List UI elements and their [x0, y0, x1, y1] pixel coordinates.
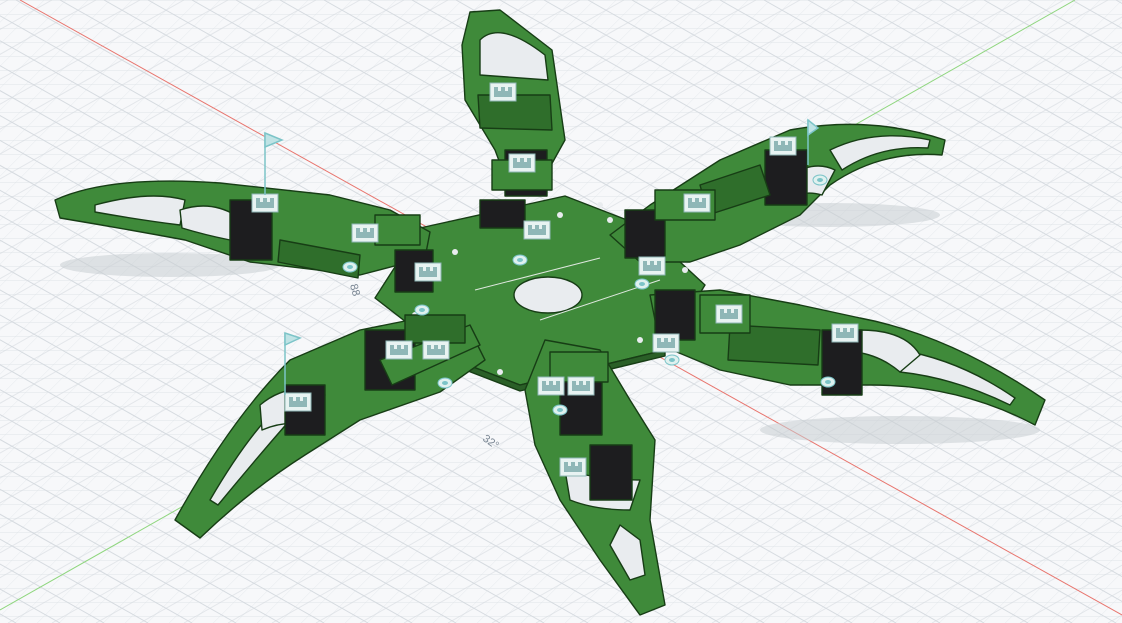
- rigid-joint-icon[interactable]: [683, 193, 711, 213]
- joint-origin-icon[interactable]: [414, 304, 430, 316]
- joint-origin-icon[interactable]: [820, 376, 836, 388]
- joint-origin-icon[interactable]: [512, 254, 528, 266]
- rigid-joint-icon[interactable]: [769, 136, 797, 156]
- joint-origin-icon[interactable]: [634, 278, 650, 290]
- rigid-joint-icon[interactable]: [489, 82, 517, 102]
- joint-origin-icon[interactable]: [342, 261, 358, 273]
- rigid-joint-icon[interactable]: [385, 340, 413, 360]
- rigid-joint-icon[interactable]: [638, 256, 666, 276]
- rigid-joint-icon[interactable]: [414, 262, 442, 282]
- rigid-joint-icon[interactable]: [284, 392, 312, 412]
- joint-origin-icon[interactable]: [664, 354, 680, 366]
- rigid-joint-icon[interactable]: [559, 457, 587, 477]
- rigid-joint-icon[interactable]: [537, 376, 565, 396]
- cad-viewport[interactable]: 32° 88: [0, 0, 1122, 623]
- joint-origin-icon[interactable]: [437, 377, 453, 389]
- rigid-joint-icon[interactable]: [567, 376, 595, 396]
- joint-origin-icon[interactable]: [552, 404, 568, 416]
- joint-origin-icon[interactable]: [812, 174, 828, 186]
- rigid-joint-icon[interactable]: [351, 223, 379, 243]
- center-hole: [513, 276, 583, 314]
- rigid-joint-icon[interactable]: [715, 304, 743, 324]
- rigid-joint-icon[interactable]: [831, 323, 859, 343]
- rigid-joint-icon[interactable]: [652, 333, 680, 353]
- rigid-joint-icon[interactable]: [251, 193, 279, 213]
- rigid-joint-icon[interactable]: [422, 340, 450, 360]
- rigid-joint-icon[interactable]: [523, 220, 551, 240]
- rigid-joint-icon[interactable]: [508, 153, 536, 173]
- 3d-canvas[interactable]: 32° 88: [0, 0, 1122, 623]
